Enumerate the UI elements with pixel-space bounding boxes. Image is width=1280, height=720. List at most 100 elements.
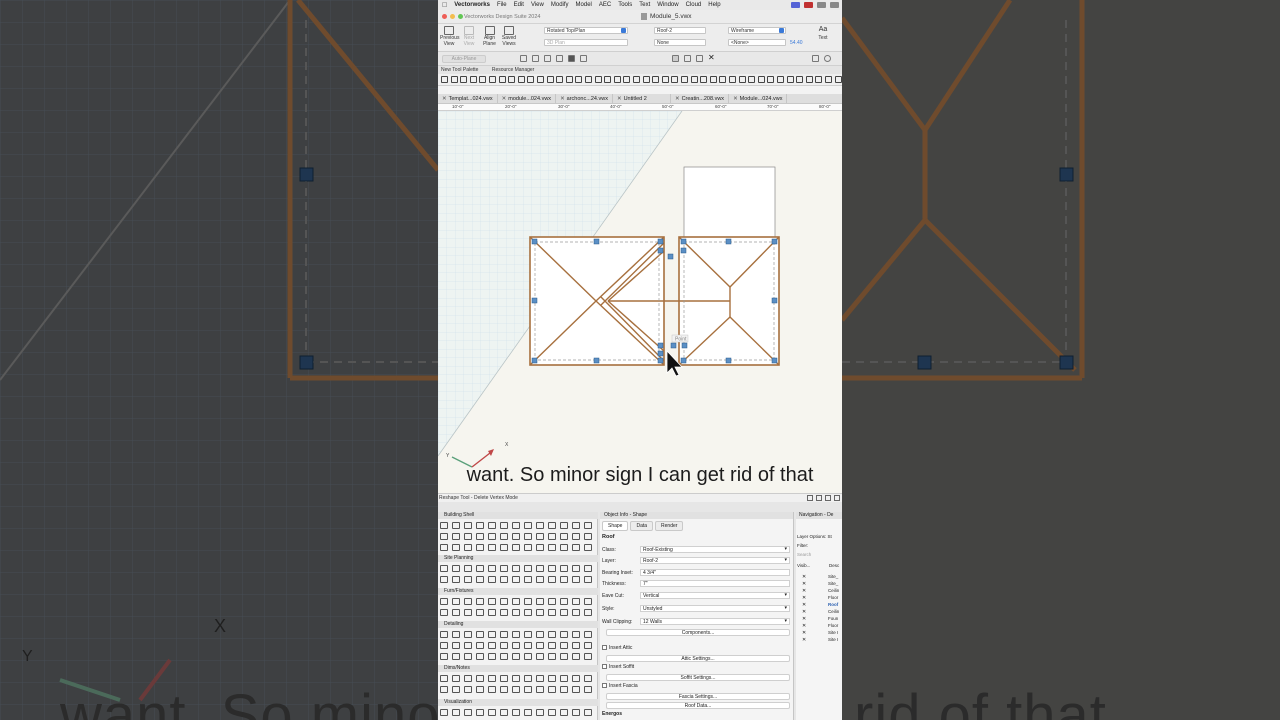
mode-icon[interactable] [824,55,831,62]
tool-icon[interactable] [512,598,520,605]
tool-icon[interactable] [440,709,448,716]
tool-icon[interactable] [738,76,746,83]
tool-icon[interactable] [500,544,508,551]
visibility-icon[interactable]: ✕ [802,581,806,587]
minimize-window-icon[interactable] [450,14,455,19]
tool-icon[interactable] [548,709,556,716]
tool-icon[interactable] [548,686,556,693]
menu-view[interactable]: View [531,2,544,8]
tool-icon[interactable] [440,642,448,649]
tool-icon[interactable] [572,642,580,649]
tool-icon[interactable] [488,609,496,616]
tool-icon[interactable] [440,522,448,529]
tool-icon[interactable] [548,631,556,638]
tool-icon[interactable] [464,544,472,551]
tool-icon[interactable] [464,609,472,616]
visibility-icon[interactable]: ✕ [802,595,806,601]
projection-dropdown[interactable]: <None> [728,39,786,46]
tool-icon[interactable] [524,686,532,693]
tab-shape[interactable]: Shape [602,521,629,531]
tool-icon[interactable] [524,522,532,529]
tool-icon[interactable] [536,576,544,583]
tool-icon[interactable] [584,709,592,716]
tool-icon[interactable] [585,76,592,83]
tool-icon[interactable] [476,576,484,583]
menu-aec[interactable]: AEC [599,2,611,8]
align-plane-button[interactable]: Align Plane [481,26,498,47]
tool-icon[interactable] [476,522,484,529]
tool-set-site-planning[interactable]: Site Planning [438,555,598,562]
layer-select[interactable]: Roof-2 [640,557,790,564]
tool-icon[interactable] [681,76,688,83]
tool-icon[interactable] [548,609,556,616]
resource-manager-title[interactable]: Resource Manager [492,67,535,73]
tool-icon[interactable] [777,76,784,83]
layer-name[interactable]: Site I [828,637,838,642]
zoom-window-icon[interactable] [458,14,463,19]
tab-untitled-2[interactable]: ✕ Untitled 2 [613,94,671,103]
tool-icon[interactable] [512,565,520,572]
tool-set-building-shell[interactable]: Building Shell [438,512,598,519]
tool-icon[interactable] [560,565,568,572]
components-button[interactable]: Components... [606,629,790,636]
tool-icon[interactable] [560,598,568,605]
tool-icon[interactable] [748,76,756,83]
tool-icon[interactable] [584,631,592,638]
menu-modify[interactable]: Modify [551,2,569,8]
tool-icon[interactable] [440,631,448,638]
layer-dropdown[interactable]: Roof-2 [654,27,706,34]
tool-icon[interactable] [440,544,448,551]
layer-options[interactable]: Layer Options: St [797,534,832,539]
tool-icon[interactable] [500,675,508,682]
tool-icon[interactable] [464,709,472,716]
tool-icon[interactable] [572,533,580,540]
navigation-search[interactable]: Search [797,552,811,557]
tool-icon[interactable] [560,631,568,638]
tool-icon[interactable] [565,76,573,83]
tool-icon[interactable] [786,76,794,83]
filter-label[interactable]: Filter: [797,543,808,548]
tool-icon[interactable] [517,76,525,83]
tool-icon[interactable] [464,653,472,660]
visibility-icon[interactable]: ✕ [802,623,806,629]
tool-icon[interactable] [524,642,532,649]
tool-icon[interactable] [661,76,669,83]
tool-icon[interactable] [584,609,592,616]
tool-icon[interactable] [500,598,508,605]
tool-icon[interactable] [476,642,484,649]
tool-icon[interactable] [476,544,484,551]
layer-name[interactable]: Floor [828,623,838,628]
tool-icon[interactable] [572,609,580,616]
tool-icon[interactable] [546,76,554,83]
tool-icon[interactable] [452,642,460,649]
tool-icon[interactable] [476,565,484,572]
tool-icon[interactable] [500,653,508,660]
tool-icon[interactable] [652,76,660,83]
tool-icon[interactable] [584,598,592,605]
tool-icon[interactable] [464,642,472,649]
tool-icon[interactable] [623,76,631,83]
tool-icon[interactable] [572,576,580,583]
apple-icon[interactable]:  [442,2,447,9]
mode-icon[interactable] [532,55,539,62]
tool-icon[interactable] [572,675,580,682]
close-mode-icon[interactable]: ✕ [708,54,715,62]
tool-icon[interactable] [757,76,765,83]
layer-name[interactable]: Roof [828,602,838,607]
mode-icon[interactable] [684,55,691,62]
tab-creatin[interactable]: ✕ Creatin...208.vwx [671,94,730,103]
tool-icon[interactable] [488,565,496,572]
layer-name[interactable]: Site I [828,630,838,635]
menu-model[interactable]: Model [576,2,592,8]
mode-icon[interactable] [580,55,587,62]
tool-icon[interactable] [584,565,592,572]
class-dropdown[interactable]: None [654,39,706,46]
tool-palette-title[interactable]: New Tool Palette [441,67,478,73]
close-tab-icon[interactable]: ✕ [733,96,738,102]
tool-icon[interactable] [572,565,580,572]
tool-icon[interactable] [572,653,580,660]
tool-icon[interactable] [536,642,544,649]
tool-icon[interactable] [524,675,532,682]
tool-icon[interactable] [479,76,487,83]
tool-icon[interactable] [584,533,592,540]
